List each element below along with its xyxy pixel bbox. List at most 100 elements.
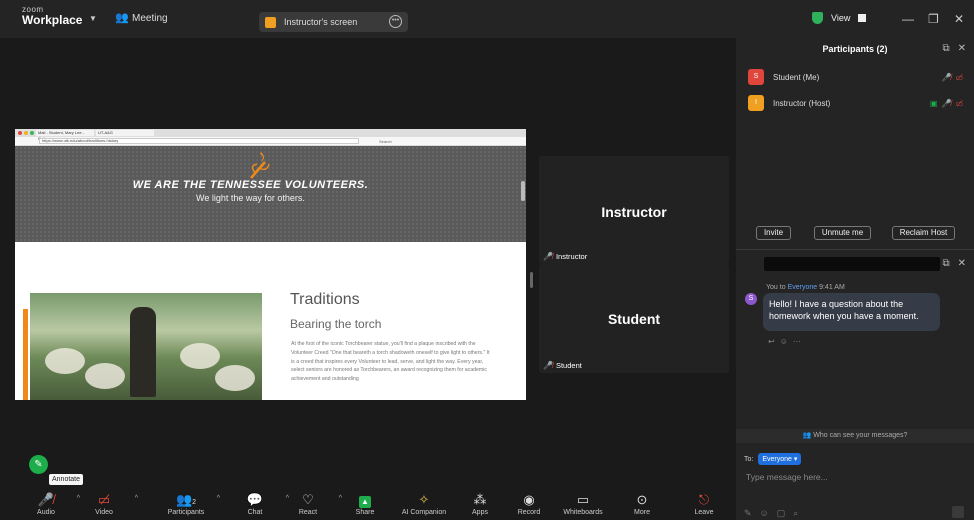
ai-label: AI Companion [401,509,447,516]
audio-button[interactable]: 🎤̸ Audio ^ [14,491,80,516]
more-options-icon[interactable]: ••• [389,15,402,28]
more-icon[interactable]: ··· [793,337,801,346]
tile-label: 🎤̸ Instructor [543,252,587,261]
view-label: View [831,13,851,23]
video-button[interactable]: ▭̸ Video ^ [72,491,138,516]
page-hero: WE ARE THE TENNESSEE VOLUNTEERS. We ligh… [15,146,526,242]
meeting-menu[interactable]: 👥 Meeting [115,12,168,24]
participants-button[interactable]: 👥2 Participants ^ [154,491,220,516]
participants-actions: Invite Unmute me Reclaim Host [736,226,974,240]
avatar: I [748,95,764,111]
split-divider-handle[interactable] [530,272,533,288]
share-label: Share [355,509,375,516]
who-can-see-link[interactable]: 👥 Who can see your messages? [736,429,974,443]
annotate-pen-icon[interactable]: ✎ [29,455,48,474]
share-indicator[interactable]: Instructor's screen ••• [259,12,408,32]
chevron-up-icon[interactable]: ^ [217,495,220,502]
people-icon: 👥 [802,432,812,439]
browser-tabbar: Mail - Student, Mary Lee - Outl... UT-A&… [15,129,526,141]
chat-controls: ⧉ ✕ [942,258,966,269]
participant-name: Student (Me) [773,72,820,82]
mic-off-icon: 🎤̸ [941,72,952,82]
reclaim-host-button[interactable]: Reclaim Host [892,226,955,240]
share-label: Instructor's screen [284,17,358,27]
format-icon[interactable]: ✎ [744,508,752,519]
leave-label: Leave [694,509,714,516]
meeting-toolbar: 🎤̸ Audio ^ ▭̸ Video ^ 👥2 Participants ^ … [0,489,736,520]
chat-input[interactable]: Type message here... [746,472,828,482]
side-panel: Participants (2) ⧉ ✕ S Student (Me) 🎤̸ ▭… [736,38,974,520]
browser-min-dot [24,131,28,135]
minimize-icon[interactable]: — [902,12,914,26]
section-paragraph: At the foot of the iconic Torchbearer st… [291,341,490,383]
message-meta: You to Everyone 9:41 AM [766,284,845,291]
share-up-icon: ▲ [333,491,397,509]
browser-url: https://www.utk.edu/about/traditions-his… [39,138,359,144]
participants-count: 2 [192,499,197,506]
page-scrollbar[interactable] [521,181,525,201]
browser-tab: UT-A&G [96,130,154,136]
participants-icon: 👥2 [175,492,197,507]
mic-off-icon: 🎤̸ [543,361,553,370]
shield-icon [812,12,823,24]
hero-title: WE ARE THE TENNESSEE VOLUNTEERS. [132,179,369,191]
share-button[interactable]: ▲ Share [333,491,397,516]
emoji-icon[interactable]: ☺ [780,337,788,346]
participant-status: 🎤̸ ▭̸ [941,73,963,82]
screen-share-icon [265,16,276,28]
people-icon: 👥 [115,12,129,24]
section-title: Traditions [290,291,360,308]
audio-label: Audio [37,509,55,516]
participant-row[interactable]: I Instructor (Host) ▣ 🎤̸ ▭̸ [748,94,968,112]
zoom-window: zoom Workplace ▼ 👥 Meeting Instructor's … [0,0,974,520]
screenshot-icon[interactable]: ⌕ [793,508,798,519]
video-tile-student[interactable]: Student 🎤̸ Student [539,264,729,373]
avatar: S [748,69,764,85]
share-screen-icon: ▣ [929,98,938,108]
restore-icon[interactable]: ❐ [928,12,939,26]
participant-name: Instructor (Host) [773,98,831,108]
composer-tools: ✎ ☺ ▢ ⌕ [744,508,798,519]
file-icon[interactable]: ▢ [777,508,786,519]
tile-name: Instructor [601,204,667,220]
view-button[interactable]: View [812,12,867,24]
chevron-up-icon[interactable]: ^ [135,495,138,502]
close-chat-icon[interactable]: ✕ [958,258,966,269]
section-subtitle: Bearing the torch [290,317,382,331]
popout-icon[interactable]: ⧉ [942,258,949,269]
popout-icon[interactable]: ⧉ [942,43,949,54]
unmute-button[interactable]: Unmute me [814,226,871,240]
more-button[interactable]: ⊙ More [610,491,674,516]
browser-close-dot [18,131,22,135]
send-icon[interactable] [952,506,964,518]
participant-row[interactable]: S Student (Me) 🎤̸ ▭̸ [748,68,968,86]
tile-name: Student [607,311,661,327]
close-icon[interactable]: ✕ [954,12,964,26]
participant-status: ▣ 🎤̸ ▭̸ [930,99,963,108]
meeting-label: Meeting [132,12,168,24]
leave-button[interactable]: ⎋ Leave [672,491,736,516]
camera-off-icon: ▭̸ [97,492,111,507]
close-panel-icon[interactable]: ✕ [958,43,966,54]
invite-button[interactable]: Invite [756,226,791,240]
chat-message[interactable]: Hello! I have a question about the homew… [763,293,940,331]
recipient-dropdown[interactable]: Everyone ▾ [758,453,802,465]
whiteboards-button[interactable]: ▭ Whiteboards [551,491,615,516]
emoji-icon[interactable]: ☺ [760,508,769,519]
browser-tab: Mail - Student, Mary Lee - Outl... [36,130,94,141]
chevron-down-icon[interactable]: ▼ [89,14,97,23]
tile-label-text: Instructor [555,252,588,261]
torchbearer-photo [30,293,262,400]
sparkle-icon: ✧ [418,492,430,507]
avatar: S [745,293,757,305]
shared-screen[interactable]: Mail - Student, Mary Lee - Outl... UT-A&… [15,129,526,400]
camera-off-icon: ▭̸ [955,98,963,108]
meta-time: 9:41 AM [819,284,845,291]
panel-divider[interactable] [736,249,974,250]
app-logo: zoom Workplace [22,6,82,27]
chat-header-redacted [764,257,940,271]
ai-companion-button[interactable]: ✧ AI Companion [392,491,456,516]
react-button[interactable]: ♡ React ^ [276,491,342,516]
video-tile-instructor[interactable]: Instructor 🎤̸ Instructor [539,156,729,264]
reply-icon[interactable]: ↩ [768,337,775,346]
